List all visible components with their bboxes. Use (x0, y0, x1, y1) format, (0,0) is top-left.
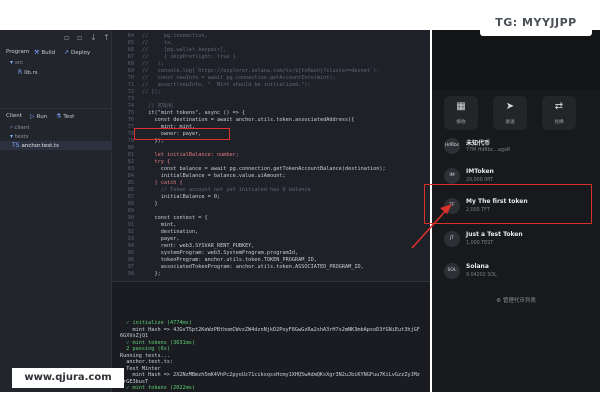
token-row-solana[interactable]: SOL Solana 9.04202 SOL (432, 255, 600, 289)
token-name: 未知代币 (466, 140, 491, 147)
settings-icon: ⚙ (496, 298, 503, 304)
swap-icon: ⇄ (554, 101, 564, 112)
highlight-box (134, 128, 230, 140)
tg-badge: TG: MYYJJPP (480, 10, 592, 36)
chevron-down-icon: ▾ (10, 59, 14, 66)
rust-file-icon: R (18, 69, 23, 76)
upload-icon[interactable]: ↑ (103, 34, 111, 42)
folder-src[interactable]: ▾ src (10, 59, 23, 66)
test-button[interactable]: ⚗ Test (56, 113, 74, 120)
download-icon[interactable]: ↓ (90, 34, 98, 42)
watermark: www.qjura.com (12, 368, 124, 388)
chevron-down-icon: ▾ (10, 133, 14, 140)
terminal-line: mint Hash => 4JGvT5pt2KeWzPBthomCWvxZW4d… (120, 326, 420, 333)
file-lib-rs[interactable]: Rlib.rs (18, 69, 38, 76)
deploy-icon: ↗ (64, 49, 70, 56)
section-program: Program (6, 49, 30, 55)
token-balance: 20,000 IMT (466, 178, 493, 183)
token-avatar: SOL (444, 263, 460, 279)
token-avatar: IM (444, 168, 460, 184)
folder-client[interactable]: › client (10, 124, 30, 131)
flask-icon: ⚗ (56, 113, 62, 120)
token-name: IMToken (466, 168, 494, 175)
receive-button[interactable]: ▦ 接收 (444, 96, 478, 130)
swap-button[interactable]: ⇄ 兑换 (542, 96, 576, 130)
grid-icon: ▦ (456, 101, 466, 112)
file-anchor-test[interactable]: TS anchor.test.ts (0, 141, 112, 150)
receive-label: 接收 (456, 120, 466, 125)
file-sidebar: ▫ ▫ ↓ ↑ Program ⚒ Build ↗ Deploy ▾ src Rlib… (0, 30, 112, 392)
new-file-icon[interactable]: ▫ (64, 34, 72, 42)
manage-tokens-label: 管理代币列表 (502, 298, 536, 304)
deploy-button[interactable]: ↗ Deploy (64, 49, 90, 56)
play-icon: ▷ (30, 113, 35, 120)
terminal-panel[interactable]: ✓ initialize (4774ms) mint Hash => 4JGvT… (112, 281, 430, 392)
code-line: 98 }; (112, 270, 430, 278)
chevron-right-icon: › (10, 124, 13, 131)
terminal-line: ✓ mint tokens (2022ms) (120, 385, 195, 391)
typescript-file-icon: TS (12, 142, 20, 149)
new-folder-icon[interactable]: ▫ (77, 34, 85, 42)
token-avatar: HdRbc (444, 138, 460, 154)
sidebar-toolbar: ▫ ▫ ↓ ↑ (64, 34, 111, 42)
token-balance: 77M HdRbc...agoR (466, 148, 511, 153)
sidebar-divider (0, 108, 112, 109)
code-text: }; (142, 271, 161, 277)
token-highlight-box (424, 184, 592, 224)
send-icon: ➤ (505, 101, 515, 112)
send-button[interactable]: ➤ 发送 (493, 96, 527, 130)
screenshot-frame: ▫ ▫ ↓ ↑ Program ⚒ Build ↗ Deploy ▾ src Rlib… (0, 0, 600, 400)
token-name: Just a Test Token (466, 231, 523, 238)
token-balance: 1,000 TEST (466, 241, 494, 246)
token-row-unknown[interactable]: HdRbc 未知代币 77M HdRbc...agoR (432, 130, 600, 164)
ide-window: ▫ ▫ ↓ ↑ Program ⚒ Build ↗ Deploy ▾ src Rlib… (0, 30, 430, 392)
swap-label: 兑换 (554, 120, 564, 125)
send-label: 发送 (505, 120, 515, 125)
folder-tests[interactable]: ▾ tests (10, 133, 28, 140)
run-button[interactable]: ▷ Run (30, 113, 47, 120)
build-icon: ⚒ (34, 49, 40, 56)
wallet-header (432, 30, 600, 90)
section-client: Client (6, 113, 22, 119)
build-button[interactable]: ⚒ Build (34, 49, 55, 56)
code-editor[interactable]: 64// pg.connection, 65// tx, 66// [pg.wall… (112, 30, 430, 281)
token-balance: 9.04202 SOL (466, 273, 497, 278)
token-row-test-token[interactable]: JT Just a Test Token 1,000 TEST (432, 223, 600, 257)
manage-tokens-link[interactable]: ⚙ 管理代币列表 (432, 296, 600, 304)
token-name: Solana (466, 263, 489, 270)
line-number: 98 (127, 271, 134, 277)
token-avatar: JT (444, 231, 460, 247)
terminal-line: mint Hash => 2X2NzMBmzh5mK4VhPc2pyoUz71c… (120, 372, 420, 378)
